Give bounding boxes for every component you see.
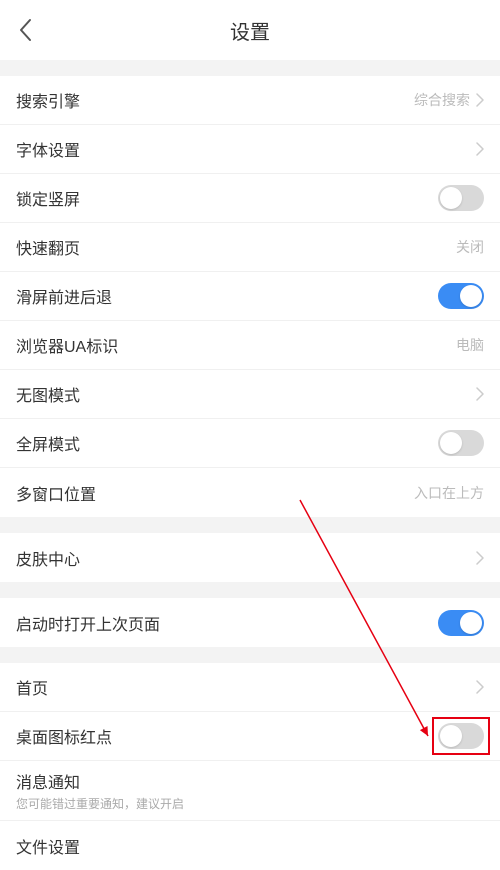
row-label: 滑屏前进后退 xyxy=(16,284,112,308)
settings-group: 搜索引擎 综合搜索字体设置锁定竖屏快速翻页 关闭滑屏前进后退浏览器UA标识 电脑无图模… xyxy=(0,76,500,517)
row-right xyxy=(476,551,484,565)
toggle-knob xyxy=(440,187,462,209)
row-right: 关闭 xyxy=(456,237,484,257)
chevron-right-icon xyxy=(476,551,484,565)
page-title: 设置 xyxy=(0,16,500,45)
row-value: 电脑 xyxy=(456,335,484,355)
settings-row-搜索引擎[interactable]: 搜索引擎 综合搜索 xyxy=(0,76,500,125)
back-button[interactable] xyxy=(0,0,50,60)
row-right xyxy=(476,680,484,694)
row-left: 搜索引擎 xyxy=(16,88,80,112)
chevron-right-icon xyxy=(476,387,484,401)
row-label: 字体设置 xyxy=(16,137,80,161)
settings-row-启动时打开上次页面[interactable]: 启动时打开上次页面 xyxy=(0,598,500,647)
toggle-knob xyxy=(460,285,482,307)
row-label: 搜索引擎 xyxy=(16,88,80,112)
row-label: 桌面图标红点 xyxy=(16,724,112,748)
settings-row-无图模式[interactable]: 无图模式 xyxy=(0,370,500,419)
row-left: 消息通知您可能错过重要通知，建议开启 xyxy=(16,769,184,812)
section-gap xyxy=(0,647,500,663)
滑屏前进后退-toggle[interactable] xyxy=(438,283,484,309)
row-left: 无图模式 xyxy=(16,382,80,406)
settings-row-快速翻页[interactable]: 快速翻页 关闭 xyxy=(0,223,500,272)
row-sublabel: 您可能错过重要通知，建议开启 xyxy=(16,795,184,812)
row-left: 多窗口位置 xyxy=(16,481,96,505)
section-gap xyxy=(0,582,500,598)
row-label: 启动时打开上次页面 xyxy=(16,611,160,635)
header: 设置 xyxy=(0,0,500,60)
chevron-right-icon xyxy=(476,93,484,107)
settings-row-桌面图标红点[interactable]: 桌面图标红点 xyxy=(0,712,500,761)
settings-row-全屏模式[interactable]: 全屏模式 xyxy=(0,419,500,468)
settings-row-锁定竖屏[interactable]: 锁定竖屏 xyxy=(0,174,500,223)
row-left: 皮肤中心 xyxy=(16,546,80,570)
row-left: 桌面图标红点 xyxy=(16,724,112,748)
row-value: 综合搜索 xyxy=(414,90,470,110)
row-left: 浏览器UA标识 xyxy=(16,333,118,357)
row-left: 文件设置 xyxy=(16,834,80,858)
settings-row-滑屏前进后退[interactable]: 滑屏前进后退 xyxy=(0,272,500,321)
row-label: 皮肤中心 xyxy=(16,546,80,570)
settings-group: 皮肤中心 xyxy=(0,533,500,582)
row-left: 锁定竖屏 xyxy=(16,186,80,210)
row-right xyxy=(476,387,484,401)
row-label: 全屏模式 xyxy=(16,431,80,455)
row-right xyxy=(438,185,484,211)
back-icon xyxy=(18,18,32,42)
row-label: 消息通知 xyxy=(16,769,184,793)
settings-row-字体设置[interactable]: 字体设置 xyxy=(0,125,500,174)
row-right xyxy=(438,430,484,456)
toggle-knob xyxy=(440,432,462,454)
row-label: 快速翻页 xyxy=(16,235,80,259)
row-right: 综合搜索 xyxy=(414,90,484,110)
settings-row-多窗口位置[interactable]: 多窗口位置 入口在上方 xyxy=(0,468,500,517)
settings-row-皮肤中心[interactable]: 皮肤中心 xyxy=(0,533,500,582)
row-left: 全屏模式 xyxy=(16,431,80,455)
row-label: 多窗口位置 xyxy=(16,481,96,505)
row-left: 字体设置 xyxy=(16,137,80,161)
section-gap xyxy=(0,60,500,76)
row-left: 首页 xyxy=(16,675,48,699)
row-label: 浏览器UA标识 xyxy=(16,333,118,357)
启动时打开上次页面-toggle[interactable] xyxy=(438,610,484,636)
settings-row-文件设置[interactable]: 文件设置 xyxy=(0,821,500,870)
row-label: 锁定竖屏 xyxy=(16,186,80,210)
row-left: 启动时打开上次页面 xyxy=(16,611,160,635)
row-label: 首页 xyxy=(16,675,48,699)
settings-group: 启动时打开上次页面 xyxy=(0,598,500,647)
row-left: 滑屏前进后退 xyxy=(16,284,112,308)
row-right: 入口在上方 xyxy=(414,483,484,503)
row-right xyxy=(438,610,484,636)
chevron-right-icon xyxy=(476,142,484,156)
settings-row-浏览器ua标识[interactable]: 浏览器UA标识 电脑 xyxy=(0,321,500,370)
row-value: 关闭 xyxy=(456,237,484,257)
toggle-knob xyxy=(460,612,482,634)
settings-row-消息通知[interactable]: 消息通知您可能错过重要通知，建议开启 xyxy=(0,761,500,821)
row-right xyxy=(438,723,484,749)
chevron-right-icon xyxy=(476,680,484,694)
全屏模式-toggle[interactable] xyxy=(438,430,484,456)
toggle-knob xyxy=(440,725,462,747)
row-right xyxy=(438,283,484,309)
row-label: 无图模式 xyxy=(16,382,80,406)
row-right: 电脑 xyxy=(456,335,484,355)
row-label: 文件设置 xyxy=(16,834,80,858)
settings-group: 首页桌面图标红点消息通知您可能错过重要通知，建议开启文件设置 xyxy=(0,663,500,870)
桌面图标红点-toggle[interactable] xyxy=(438,723,484,749)
settings-row-首页[interactable]: 首页 xyxy=(0,663,500,712)
row-left: 快速翻页 xyxy=(16,235,80,259)
row-right xyxy=(476,142,484,156)
section-gap xyxy=(0,517,500,533)
锁定竖屏-toggle[interactable] xyxy=(438,185,484,211)
row-value: 入口在上方 xyxy=(414,483,484,503)
